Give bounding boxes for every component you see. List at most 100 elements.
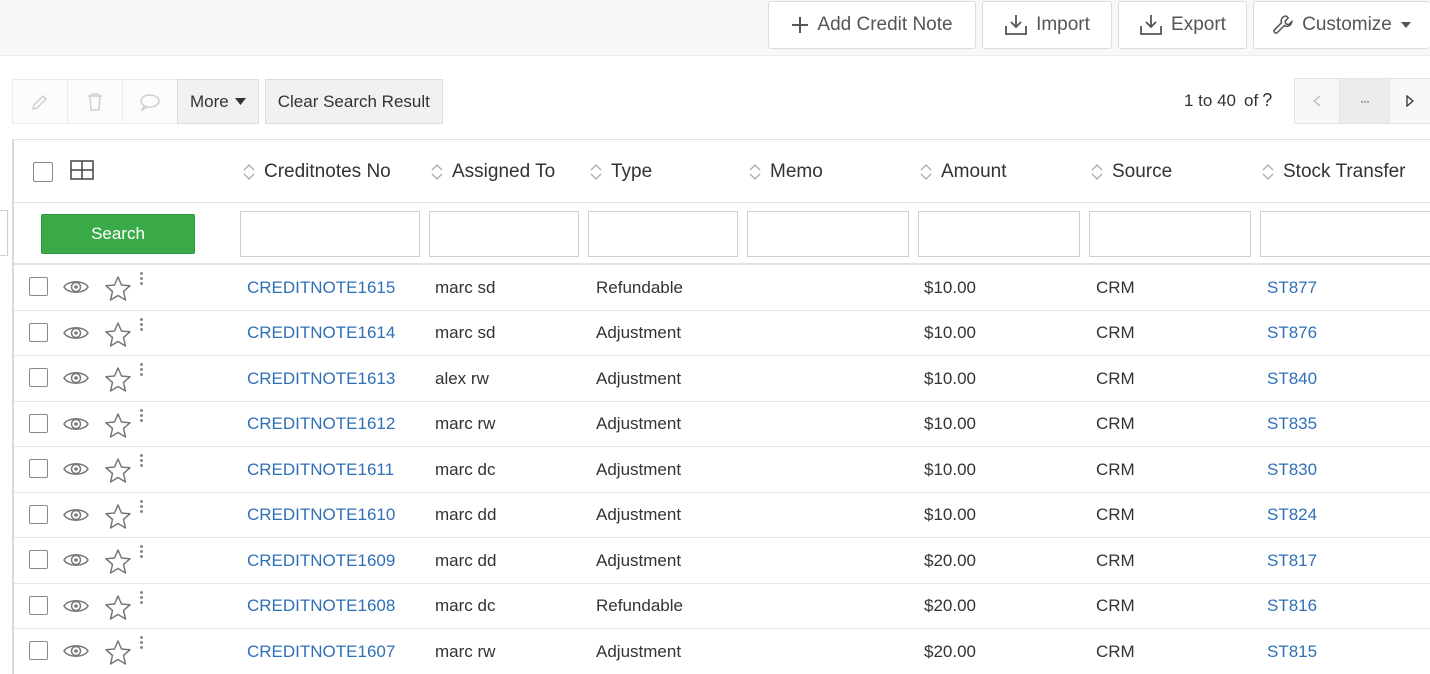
filter-memo[interactable] [747,211,909,257]
add-credit-note-button[interactable]: Add Credit Note [768,1,976,49]
kebab-icon[interactable] [140,362,143,377]
columns-layout-icon[interactable] [70,160,94,180]
import-button[interactable]: Import [982,1,1112,49]
row-checkbox[interactable] [29,368,48,387]
kebab-icon[interactable] [140,499,143,514]
sort-icon [431,163,443,180]
kebab-icon[interactable] [140,317,143,332]
stock-transfer-link[interactable]: ST815 [1267,629,1317,674]
export-button[interactable]: Export [1118,1,1247,49]
row-checkbox[interactable] [29,504,48,524]
filter-source[interactable] [1089,211,1251,257]
creditnote-number-link[interactable]: CREDITNOTE1613 [247,356,395,401]
type-cell: Adjustment [596,414,682,433]
export-icon [1140,15,1162,35]
kebab-icon[interactable] [140,635,143,650]
stock-transfer-link[interactable]: ST877 [1267,265,1317,310]
column-header-assigned-to[interactable]: Assigned To [430,140,555,203]
edit-button[interactable] [12,79,68,124]
star-icon[interactable] [104,639,132,666]
eye-icon[interactable] [62,505,90,525]
creditnote-number-link[interactable]: CREDITNOTE1611 [247,447,394,492]
creditnote-number-link[interactable]: CREDITNOTE1608 [247,584,395,629]
star-icon[interactable] [104,548,132,575]
assigned-to-cell: marc dc [435,596,496,615]
creditnote-number-link[interactable]: CREDITNOTE1615 [247,265,395,310]
comment-button[interactable] [122,79,178,124]
kebab-icon[interactable] [140,453,143,468]
row-checkbox[interactable] [29,595,48,615]
star-icon[interactable] [104,321,132,348]
filter-amount[interactable] [918,211,1080,257]
creditnote-number-link[interactable]: CREDITNOTE1607 [247,629,395,674]
eye-icon[interactable] [62,277,90,297]
pencil-icon [31,94,48,110]
clear-search-button[interactable]: Clear Search Result [264,79,443,124]
stock-transfer-link[interactable]: ST830 [1267,447,1317,492]
star-icon[interactable] [104,412,132,439]
star-icon[interactable] [104,594,132,621]
kebab-icon[interactable] [140,590,143,605]
list-toolbar: More Clear Search Result [12,79,443,124]
column-header-type[interactable]: Type [589,140,652,203]
creditnote-number-link[interactable]: CREDITNOTE1612 [247,402,395,447]
page-more-button[interactable]: ··· [1339,78,1390,124]
table-row: CREDITNOTE1613 alex rw Adjustment $10.00… [14,356,1430,402]
table-row: CREDITNOTE1614 marc sd Adjustment $10.00… [14,311,1430,356]
row-checkbox[interactable] [29,459,48,478]
creditnote-number-link[interactable]: CREDITNOTE1609 [247,538,395,583]
column-header-stock-transfer[interactable]: Stock Transfer [1261,140,1406,203]
next-page-button[interactable] [1389,78,1430,124]
select-all-checkbox[interactable] [33,162,53,182]
sort-icon [920,163,932,180]
filter-type[interactable] [588,211,738,257]
star-icon[interactable] [104,275,132,302]
row-checkbox[interactable] [29,641,48,660]
filter-stock-transfer[interactable] [1260,211,1430,257]
stock-transfer-link[interactable]: ST835 [1267,402,1317,447]
caret-down-icon [1400,22,1411,28]
sort-icon [1262,163,1274,180]
row-checkbox[interactable] [29,277,48,296]
row-checkbox[interactable] [29,322,48,342]
kebab-icon[interactable] [140,271,143,286]
kebab-icon[interactable] [140,544,143,559]
row-checkbox[interactable] [29,413,48,433]
star-icon[interactable] [104,457,132,484]
sort-icon [243,163,255,180]
column-header-source[interactable]: Source [1090,140,1172,203]
eye-icon[interactable] [62,459,90,479]
stock-transfer-link[interactable]: ST840 [1267,356,1317,401]
eye-icon[interactable] [62,368,90,388]
customize-button[interactable]: Customize [1253,1,1430,49]
eye-icon[interactable] [62,323,90,343]
more-dropdown[interactable]: More [177,79,259,124]
eye-icon[interactable] [62,550,90,570]
column-header-creditnotes-no[interactable]: Creditnotes No [242,140,391,203]
star-icon[interactable] [104,503,132,530]
column-header-memo[interactable]: Memo [748,140,823,203]
prev-page-button[interactable] [1294,78,1340,124]
star-icon[interactable] [104,366,132,393]
source-cell: CRM [1096,323,1135,342]
table-row: CREDITNOTE1607 marc rw Adjustment $20.00… [14,629,1430,674]
stock-transfer-link[interactable]: ST817 [1267,538,1317,583]
stock-transfer-link[interactable]: ST876 [1267,311,1317,356]
stock-transfer-link[interactable]: ST824 [1267,493,1317,538]
row-checkbox[interactable] [29,550,48,569]
eye-icon[interactable] [62,596,90,616]
eye-icon[interactable] [62,414,90,434]
search-button[interactable]: Search [41,214,195,254]
filter-creditnotes-no[interactable] [240,211,420,257]
delete-button[interactable] [67,79,123,124]
table-row: CREDITNOTE1608 marc dc Refundable $20.00… [14,584,1430,629]
trash-icon [88,92,102,111]
pager-total[interactable]: ? [1262,90,1272,111]
eye-icon[interactable] [62,641,90,661]
stock-transfer-link[interactable]: ST816 [1267,584,1317,629]
column-header-amount[interactable]: Amount [919,140,1006,203]
creditnote-number-link[interactable]: CREDITNOTE1614 [247,311,395,356]
kebab-icon[interactable] [140,408,143,423]
creditnote-number-link[interactable]: CREDITNOTE1610 [247,493,395,538]
filter-assigned-to[interactable] [429,211,579,257]
